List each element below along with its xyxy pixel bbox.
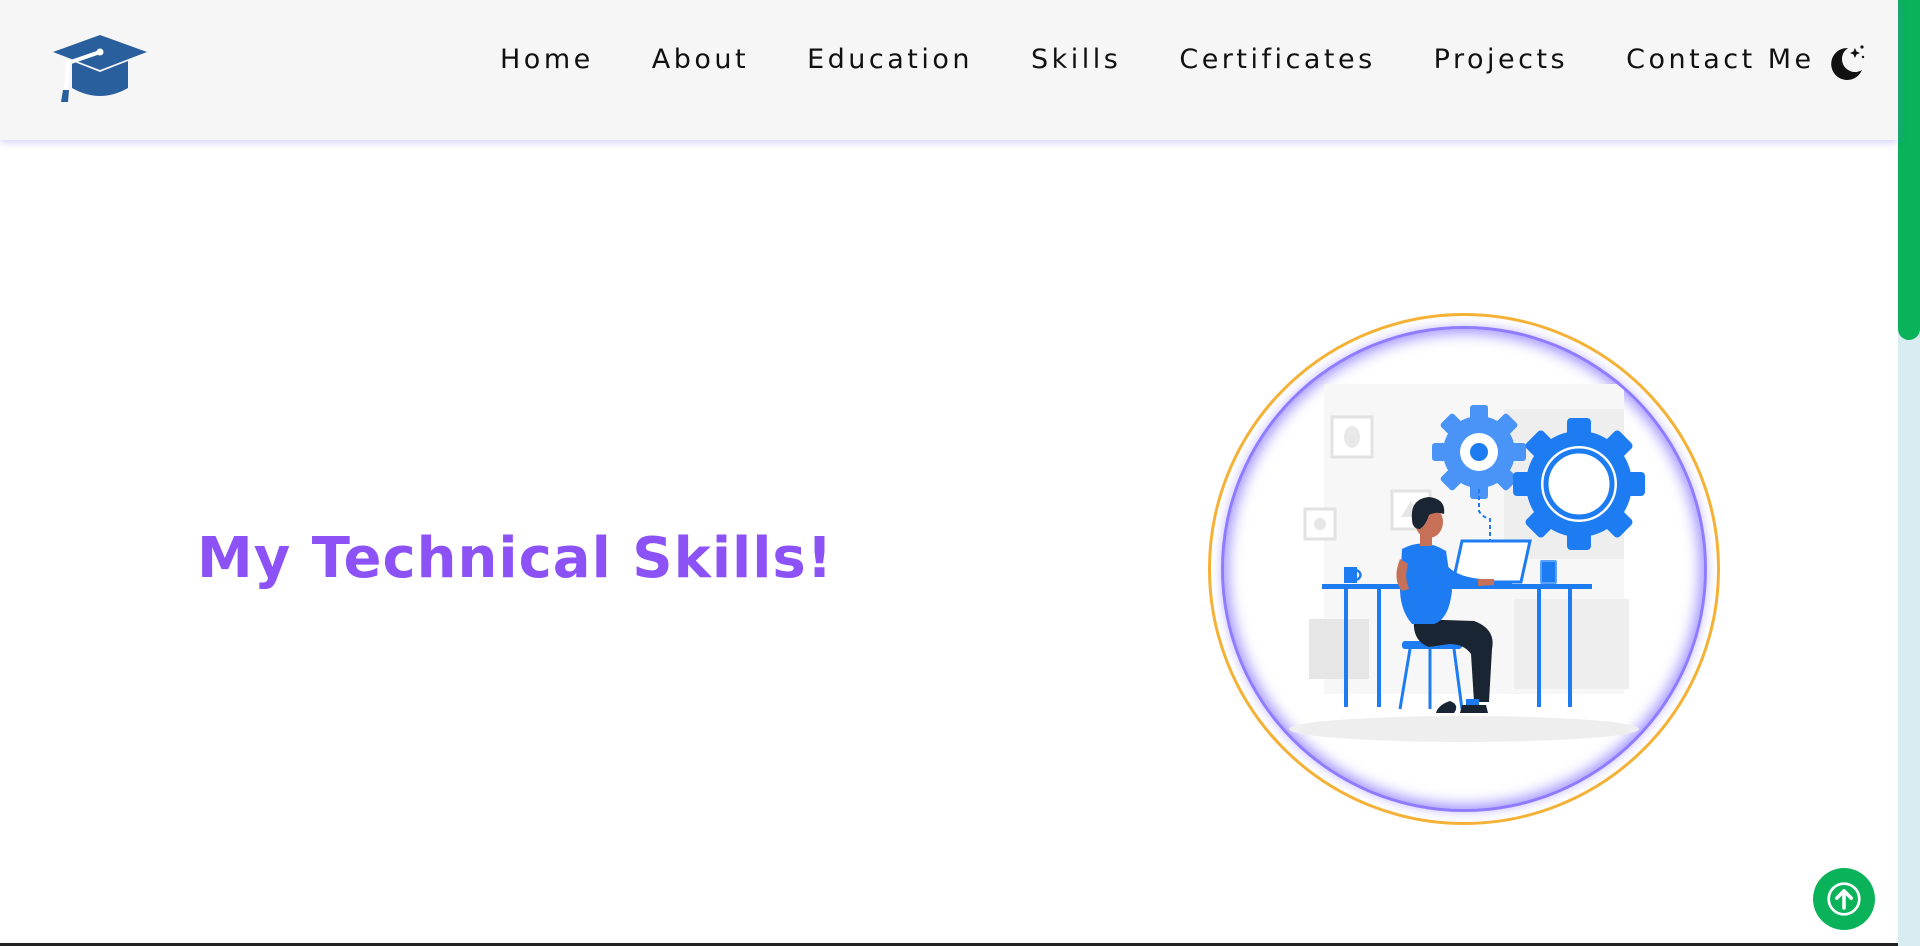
graduation-cap-icon[interactable] xyxy=(50,30,150,106)
skills-illustration-frame xyxy=(1208,313,1720,825)
scrollbar-thumb[interactable] xyxy=(1898,0,1920,340)
developer-at-desk-with-gears-illustration xyxy=(1224,329,1704,809)
nav-home[interactable]: Home xyxy=(500,44,594,75)
nav-projects[interactable]: Projects xyxy=(1434,44,1568,75)
arrow-up-icon xyxy=(1827,882,1861,916)
nav-about[interactable]: About xyxy=(652,44,749,75)
nav-contact-me[interactable]: Contact Me xyxy=(1626,44,1815,75)
main-nav: Home About Education Skills Certificates… xyxy=(500,44,1815,75)
nav-education[interactable]: Education xyxy=(807,44,973,75)
site-header: Home About Education Skills Certificates… xyxy=(0,0,1898,140)
back-to-top-button[interactable] xyxy=(1813,868,1875,930)
page-title: My Technical Skills! xyxy=(197,526,834,591)
moon-stars-icon[interactable] xyxy=(1822,40,1866,84)
nav-certificates[interactable]: Certificates xyxy=(1179,44,1375,75)
nav-skills[interactable]: Skills xyxy=(1031,44,1121,75)
